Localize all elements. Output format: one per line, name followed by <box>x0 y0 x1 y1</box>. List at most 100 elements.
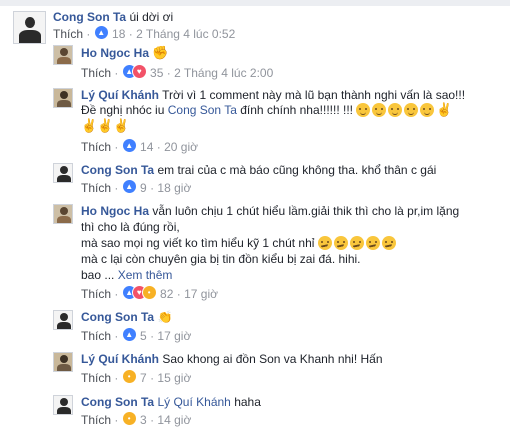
comment-text: haha <box>234 395 261 409</box>
smile-emoji-icon <box>420 103 435 117</box>
see-more-link[interactable]: Xem thêm <box>118 268 173 282</box>
comment-7: Lý Quí Khánh Sao khong ai đồn Son va Kha… <box>81 351 383 367</box>
comment-text-line: thì cho là đúng rồi, <box>81 220 180 234</box>
timestamp[interactable]: 14 giờ <box>157 413 191 427</box>
top-divider <box>0 0 510 6</box>
comment-author[interactable]: Cong Son Ta <box>53 10 126 24</box>
grimace-emoji-icon <box>356 103 371 117</box>
like-button[interactable]: Thích <box>81 329 111 343</box>
timestamp[interactable]: 2 Tháng 4 lúc 0:52 <box>136 27 235 41</box>
comment-author[interactable]: Ho Ngoc Ha <box>81 204 149 218</box>
timestamp[interactable]: 18 giờ <box>157 181 191 195</box>
comment-author[interactable]: Lý Quí Khánh <box>81 352 159 366</box>
like-reaction-icon[interactable]: ▲ <box>121 179 137 194</box>
smile-emoji-icon <box>404 103 419 117</box>
reaction-count[interactable]: 18 <box>112 27 125 41</box>
comment-author[interactable]: Ho Ngoc Ha <box>81 46 149 60</box>
like-button[interactable]: Thích <box>81 413 111 427</box>
comment-meta: Thích · ▲ ♥ • 82 · 17 giờ <box>81 285 218 301</box>
avatar[interactable] <box>53 395 73 415</box>
thinking-emoji-icon <box>317 236 332 250</box>
haha-reaction-icon[interactable]: • <box>121 411 137 426</box>
like-reaction-icon[interactable]: ▲ <box>93 25 109 40</box>
comment-text: Sao khong ai đồn Son va Khanh nhi! Hấn <box>162 352 383 366</box>
comment-text: đính chính nha!!!!!! !!! <box>240 103 353 117</box>
comment-text: em trai của c mà báo cũng không tha. khổ… <box>157 163 437 177</box>
thinking-emoji-icon <box>381 236 396 250</box>
thinking-emoji-icon <box>333 236 348 250</box>
comment-meta: Thích · ▲ 14 · 20 giờ <box>81 138 198 154</box>
victory-hand-icon <box>97 118 113 134</box>
comment-meta: Thích · ▲ 18 · 2 Tháng 4 lúc 0:52 <box>53 25 236 41</box>
comment-5-line2: thì cho là đúng rồi, <box>81 219 180 235</box>
timestamp[interactable]: 15 giờ <box>157 371 191 385</box>
avatar[interactable] <box>13 11 46 44</box>
mention-link[interactable]: Lý Quí Khánh <box>157 395 230 409</box>
like-button[interactable]: Thích <box>81 371 111 385</box>
like-button[interactable]: Thích <box>81 140 111 154</box>
timestamp[interactable]: 17 giờ <box>184 287 218 301</box>
timestamp[interactable]: 2 Tháng 4 lúc 2:00 <box>174 66 273 80</box>
comment-5-line5: bao ... Xem thêm <box>81 267 172 283</box>
avatar[interactable] <box>53 352 73 372</box>
comment-meta: Thích · • 7 · 15 giờ <box>81 369 192 385</box>
victory-hand-icon <box>113 118 129 134</box>
comment-text-line: vẫn luôn chịu 1 chút hiểu lầm.giải thik … <box>152 204 460 218</box>
timestamp[interactable]: 20 giờ <box>164 140 198 154</box>
comment-text-line: Trời vì 1 comment này mà lũ bạn thành ng… <box>162 88 466 102</box>
comment-1: Cong Son Ta úi dời ơi <box>53 9 173 25</box>
comment-3: Lý Quí Khánh Trời vì 1 comment này mà lũ… <box>81 87 465 103</box>
reaction-count[interactable]: 14 <box>140 140 153 154</box>
reaction-count[interactable]: 5 <box>140 329 147 343</box>
avatar[interactable] <box>53 310 73 330</box>
comment-text: úi dời ơi <box>129 10 174 24</box>
comment-author[interactable]: Lý Quí Khánh <box>81 88 159 102</box>
haha-reaction-icon[interactable]: • <box>121 369 137 384</box>
reaction-count[interactable]: 9 <box>140 181 147 195</box>
comment-3-line3 <box>81 118 129 134</box>
comment-6: Cong Son Ta <box>81 309 173 325</box>
like-button[interactable]: Thích <box>81 66 111 80</box>
reaction-count[interactable]: 35 <box>150 66 163 80</box>
like-reaction-icon[interactable]: ▲ <box>121 327 137 342</box>
timestamp[interactable]: 17 giờ <box>157 329 191 343</box>
love-reaction-icon[interactable]: ♥ <box>131 64 147 79</box>
thinking-emoji-icon <box>349 236 364 250</box>
like-button[interactable]: Thích <box>53 27 83 41</box>
comment-text-line: mà sao mọi ng viết ko tìm hiểu kỹ 1 chút… <box>81 236 315 250</box>
comment-meta: Thích · ▲ ♥ 35 · 2 Tháng 4 lúc 2:00 <box>81 64 274 80</box>
reaction-count[interactable]: 82 <box>160 287 173 301</box>
comment-3-line2: Đề nghị nhóc iu Cong Son Ta đính chính n… <box>81 102 453 118</box>
like-button[interactable]: Thích <box>81 287 111 301</box>
comment-8: Cong Son Ta Lý Quí Khánh haha <box>81 394 261 410</box>
comment-2: Ho Ngoc Ha <box>81 45 169 61</box>
fist-bump-icon <box>152 45 168 61</box>
comment-author[interactable]: Cong Son Ta <box>81 395 154 409</box>
avatar[interactable] <box>53 163 73 183</box>
clapping-hands-icon <box>157 309 172 325</box>
comment-author[interactable]: Cong Son Ta <box>81 163 154 177</box>
comment-meta: Thích · • 3 · 14 giờ <box>81 411 192 427</box>
comment-5: Ho Ngoc Ha vẫn luôn chịu 1 chút hiểu lầm… <box>81 203 459 219</box>
smile-emoji-icon <box>388 103 403 117</box>
like-reaction-icon[interactable]: ▲ <box>121 138 137 153</box>
haha-reaction-icon[interactable]: • <box>141 285 157 300</box>
comment-meta: Thích · ▲ 9 · 18 giờ <box>81 179 192 195</box>
like-button[interactable]: Thích <box>81 181 111 195</box>
victory-hand-icon <box>436 102 452 118</box>
avatar[interactable] <box>53 204 73 224</box>
avatar[interactable] <box>53 45 73 65</box>
comment-author[interactable]: Cong Son Ta <box>81 310 154 324</box>
grimace-emoji-icon <box>372 103 387 117</box>
reaction-count[interactable]: 3 <box>140 413 147 427</box>
reaction-count[interactable]: 7 <box>140 371 147 385</box>
mention-link[interactable]: Cong Son Ta <box>168 103 237 117</box>
comment-5-line3: mà sao mọi ng viết ko tìm hiểu kỹ 1 chút… <box>81 235 398 251</box>
avatar[interactable] <box>53 88 73 108</box>
victory-hand-icon <box>81 118 97 134</box>
comment-5-line4: mà c lại còn chuyên gia bị tin đồn kiểu … <box>81 251 361 267</box>
comment-meta: Thích · ▲ 5 · 17 giờ <box>81 327 192 343</box>
comment-text-line: mà c lại còn chuyên gia bị tin đồn kiểu … <box>81 252 361 266</box>
comment-text: Đề nghị nhóc iu <box>81 103 165 117</box>
comment-text-line: bao ... <box>81 268 115 282</box>
